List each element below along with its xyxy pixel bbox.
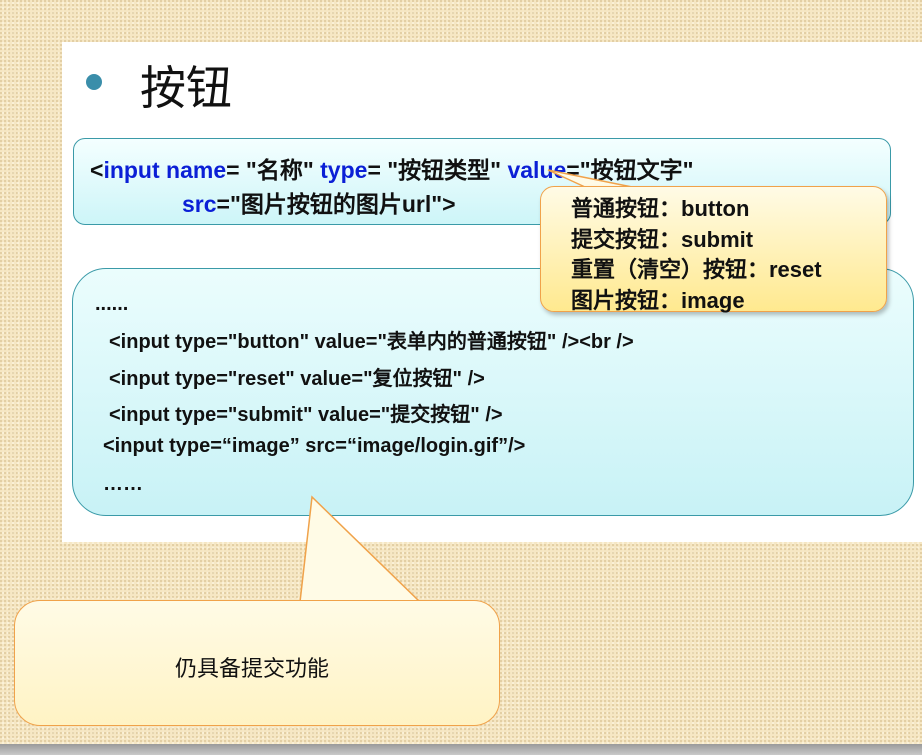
example-line-button: <input type="button" value="表单内的普通按钮" />… (109, 331, 634, 353)
syntax-line-1-segment-4: = "按钮类型" (367, 157, 508, 183)
syntax-line-1: <input name= "名称" type= "按钮类型" value="按钮… (90, 151, 694, 185)
example-line-ellipsis-top: ...... (95, 293, 129, 315)
syntax-line-2-segment-0: src (182, 191, 217, 217)
syntax-line-1-segment-1: input name (103, 157, 227, 183)
tooltip-item-button: 普通按钮：button (571, 196, 750, 221)
syntax-line-2: src="图片按钮的图片url"> (182, 185, 456, 219)
callout-text: 仍具备提交功能 (175, 657, 330, 682)
syntax-line-1-segment-0: < (90, 157, 104, 183)
tooltip-item-submit: 提交按钮：submit (571, 227, 754, 252)
example-line-ellipsis-bottom: …… (103, 473, 143, 495)
bullet-dot (86, 74, 102, 90)
syntax-line-1-segment-2: = "名称" (226, 157, 321, 183)
syntax-line-2-segment-1: ="图片按钮的图片url"> (216, 191, 456, 217)
syntax-line-1-segment-5: value (507, 157, 567, 183)
syntax-line-1-segment-6: ="按钮文字" (566, 157, 694, 183)
tooltip-item-reset: 重置（清空）按钮：reset (571, 257, 822, 282)
example-line-submit: <input type="submit" value="提交按钮" /> (109, 404, 503, 426)
syntax-line-1-segment-3: type (320, 157, 368, 183)
slide-title: 按钮 (140, 61, 232, 115)
type-tooltip: 普通按钮：button 提交按钮：submit 重置（清空）按钮：reset 图… (540, 186, 887, 313)
tooltip-item-image: 图片按钮：image (571, 288, 745, 313)
example-line-reset: <input type="reset" value="复位按钮" /> (109, 368, 485, 390)
submit-note-callout: 仍具备提交功能 (14, 600, 500, 726)
example-line-image: <input type=“image” src=“image/login.gif… (103, 435, 526, 457)
bottom-scrollbar[interactable] (0, 744, 922, 755)
